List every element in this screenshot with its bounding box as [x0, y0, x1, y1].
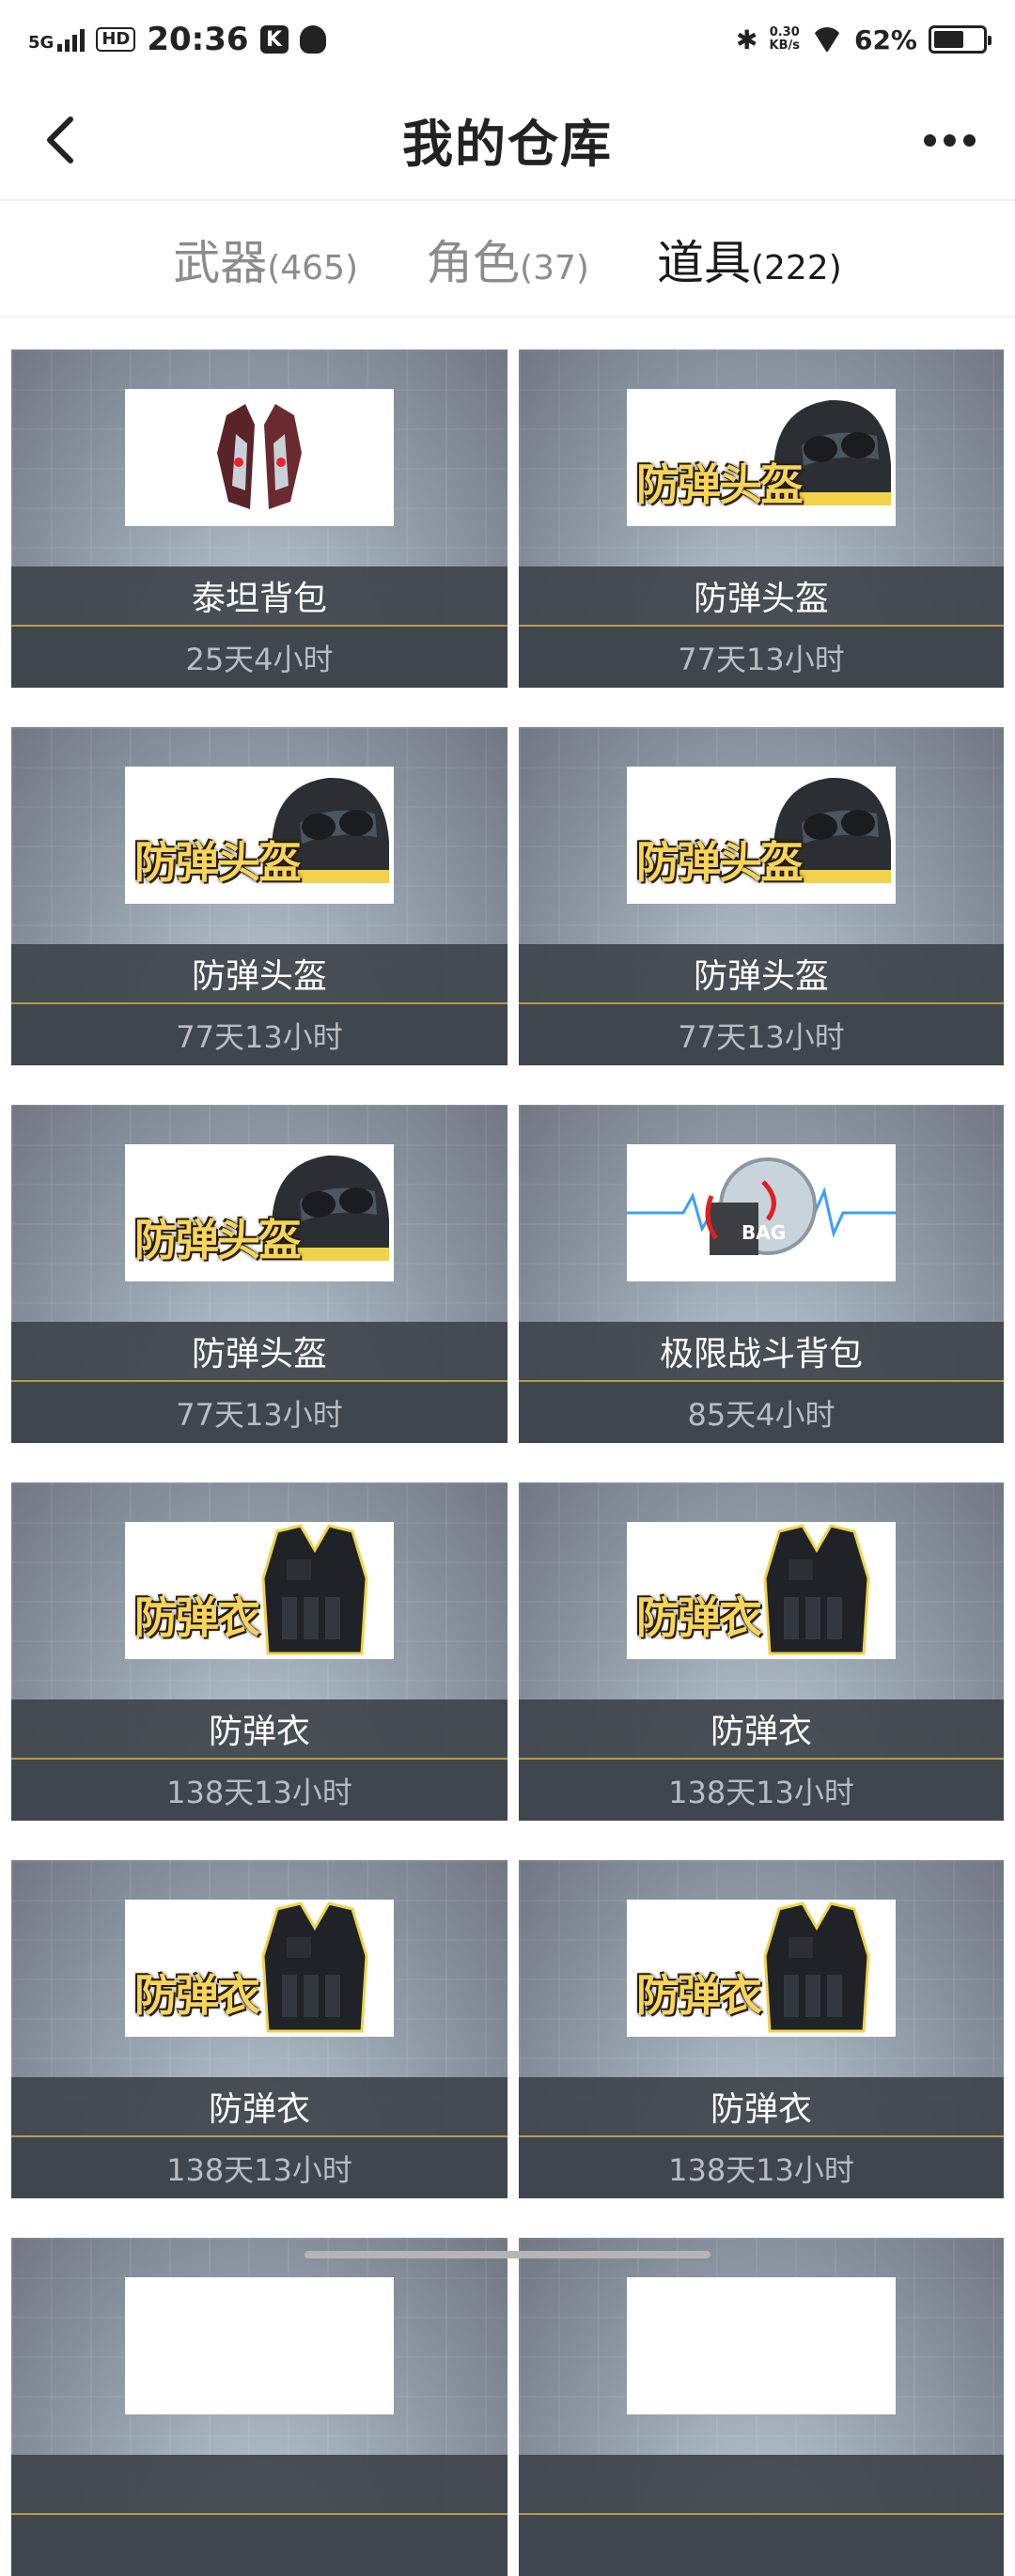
tab-characters[interactable]: 角色 (37): [426, 225, 589, 293]
item-duration: 25天4小时: [11, 627, 508, 688]
item-card[interactable]: 防弹衣 防弹衣 138天13小时: [11, 1482, 508, 1821]
tab-bar: 武器 (465) 角色 (37) 道具 (222): [0, 203, 1015, 318]
thumbnail-caption: BAG: [742, 1221, 787, 1244]
item-card[interactable]: 防弹衣 防弹衣 138天13小时: [11, 1860, 508, 2198]
item-duration: 138天13小时: [519, 2137, 1004, 2198]
item-name: [11, 2455, 508, 2515]
item-name: 防弹头盔: [11, 1322, 508, 1382]
thumbnail-caption: 防弹头盔: [636, 459, 804, 510]
item-name: 防弹衣: [11, 2077, 508, 2137]
item-name: [519, 2455, 1004, 2515]
item-duration: [519, 2515, 1004, 2576]
more-dots-icon: [923, 133, 936, 147]
thumbnail-caption: 防弹衣: [134, 1970, 260, 2021]
more-button[interactable]: [912, 107, 987, 173]
battery-icon: [929, 25, 992, 54]
item-duration: [11, 2515, 508, 2576]
item-card[interactable]: BAG 极限战斗背包 85天4小时: [519, 1105, 1004, 1443]
thumbnail-caption: 防弹衣: [636, 1592, 762, 1643]
wifi-icon: [811, 27, 843, 52]
item-duration: 77天13小时: [519, 627, 1004, 688]
thumbnail-caption: 防弹头盔: [134, 837, 302, 888]
item-name: 防弹头盔: [519, 944, 1004, 1004]
combat-bag-thumbnail: BAG: [627, 1144, 896, 1281]
thumbnail-caption: 防弹头盔: [636, 837, 804, 888]
helmet-thumbnail: 防弹头盔: [125, 1144, 394, 1281]
tab-count: (465): [267, 249, 359, 287]
item-duration: 138天13小时: [11, 1760, 508, 1821]
thumbnail-caption: 防弹衣: [636, 1970, 762, 2021]
bluetooth-icon: ✱: [736, 23, 758, 55]
status-time: 20:36: [147, 21, 249, 58]
item-duration: 77天13小时: [11, 1004, 508, 1065]
vest-thumbnail: 防弹衣: [627, 1522, 896, 1659]
item-card[interactable]: 泰坦背包 25天4小时: [11, 349, 508, 688]
combat-bag-icon: [627, 1144, 896, 1281]
tab-label: 道具: [656, 236, 751, 290]
item-name: 防弹衣: [11, 1699, 508, 1760]
item-name: 泰坦背包: [11, 566, 508, 627]
hd-badge: HD: [96, 27, 136, 52]
k-app-icon: K: [259, 25, 289, 54]
thumbnail-caption: 防弹头盔: [134, 1215, 302, 1265]
tab-label: 角色: [426, 236, 521, 290]
item-name: 极限战斗背包: [519, 1322, 1004, 1382]
item-card[interactable]: [11, 2238, 508, 2576]
vest-thumbnail: 防弹衣: [125, 1900, 394, 2037]
signal-icon: 5G: [28, 27, 86, 53]
item-thumbnail: [125, 2277, 394, 2414]
item-card[interactable]: 防弹头盔 防弹头盔 77天13小时: [11, 727, 508, 1065]
item-name: 防弹头盔: [11, 944, 508, 1004]
item-card[interactable]: 防弹头盔 防弹头盔 77天13小时: [11, 1105, 508, 1443]
thumbnail-caption: 防弹衣: [134, 1592, 260, 1643]
item-grid: 泰坦背包 25天4小时 防弹头盔 防弹头盔 77天13小时 防弹头盔 防弹头盔 77天13小时…: [11, 349, 1004, 2576]
tab-count: (222): [750, 249, 842, 287]
tab-count: (37): [520, 249, 589, 287]
item-card[interactable]: [519, 2238, 1004, 2576]
app-header: 我的仓库: [0, 79, 1015, 201]
item-duration: 85天4小时: [519, 1382, 1004, 1443]
titan-backpack-thumbnail: [125, 389, 394, 526]
item-card[interactable]: 防弹头盔 防弹头盔 77天13小时: [519, 727, 1004, 1065]
back-button[interactable]: [28, 107, 94, 173]
item-name: 防弹头盔: [519, 566, 1004, 627]
helmet-thumbnail: 防弹头盔: [125, 767, 394, 904]
network-speed: 0.30 KB/s: [769, 25, 800, 53]
tab-label: 武器: [173, 236, 268, 290]
vest-thumbnail: 防弹衣: [125, 1522, 394, 1659]
item-name: 防弹衣: [519, 2077, 1004, 2137]
home-indicator: [304, 2251, 710, 2258]
item-thumbnail: [627, 2277, 896, 2414]
helmet-thumbnail: 防弹头盔: [627, 389, 896, 526]
titan-backpack-icon: [125, 389, 394, 526]
item-card[interactable]: 防弹衣 防弹衣 138天13小时: [519, 1482, 1004, 1821]
tab-items[interactable]: 道具 (222): [657, 225, 842, 293]
item-duration: 77天13小时: [519, 1004, 1004, 1065]
item-duration: 138天13小时: [519, 1760, 1004, 1821]
network-type: 5G: [28, 33, 55, 53]
vest-thumbnail: 防弹衣: [627, 1900, 896, 2037]
item-duration: 138天13小时: [11, 2137, 508, 2198]
item-card[interactable]: 防弹头盔 防弹头盔 77天13小时: [519, 349, 1004, 688]
helmet-thumbnail: 防弹头盔: [627, 767, 896, 904]
item-name: 防弹衣: [519, 1699, 1004, 1760]
battery-percent: 62%: [853, 23, 917, 55]
status-bar: 5G HD 20:36 K ✱ 0.30 KB/s 62%: [0, 0, 1015, 79]
battery-level: [934, 31, 963, 48]
item-duration: 77天13小时: [11, 1382, 508, 1443]
tab-weapons[interactable]: 武器 (465): [173, 225, 358, 293]
item-card[interactable]: 防弹衣 防弹衣 138天13小时: [519, 1860, 1004, 2198]
page-title: 我的仓库: [402, 114, 613, 174]
qq-icon: [299, 25, 326, 54]
chevron-left-icon: [47, 116, 73, 163]
